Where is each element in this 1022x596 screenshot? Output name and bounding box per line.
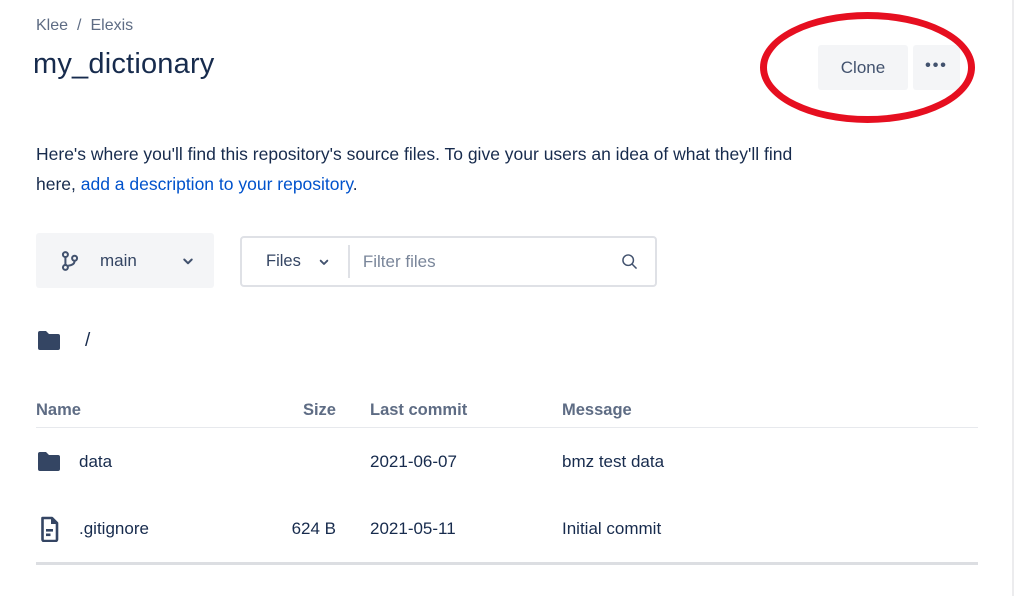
file-name-link[interactable]: data	[79, 452, 112, 472]
filter-files-input[interactable]	[350, 238, 613, 285]
breadcrumb-project-link[interactable]: Elexis	[90, 17, 133, 34]
breadcrumb-owner-link[interactable]: Klee	[36, 17, 68, 34]
root-path-link[interactable]: /	[85, 330, 90, 352]
file-filter-box: Files	[240, 236, 657, 287]
filter-scope-dropdown[interactable]: Files	[242, 238, 348, 285]
folder-icon	[36, 451, 62, 473]
filter-scope-value: Files	[266, 252, 301, 271]
file-table-header-row: Name Size Last commit Message	[36, 393, 978, 428]
description-line1: Here's where you'll find this repository…	[36, 144, 792, 164]
file-table: Name Size Last commit Message data 2021-…	[36, 393, 978, 565]
page-title: my_dictionary	[33, 48, 215, 81]
column-header-name: Name	[36, 401, 276, 420]
git-branch-icon	[57, 250, 83, 272]
last-commit-cell: 2021-06-07	[336, 452, 526, 472]
commit-message-cell: Initial commit	[526, 519, 978, 539]
add-description-link[interactable]: add a description to your repository	[81, 174, 353, 194]
folder-icon	[36, 330, 62, 352]
description-line2-prefix: here,	[36, 174, 81, 194]
more-options-button[interactable]: •••	[913, 45, 960, 90]
table-bottom-divider	[36, 562, 978, 565]
file-name-link[interactable]: .gitignore	[79, 519, 149, 539]
branch-selector-value: main	[100, 251, 137, 271]
chevron-down-icon	[179, 252, 197, 270]
clone-button[interactable]: Clone	[818, 45, 908, 90]
branch-selector[interactable]: main	[36, 233, 214, 288]
repository-source-page: Klee / Elexis my_dictionary Clone ••• Here…	[0, 0, 1022, 596]
column-header-size: Size	[276, 401, 336, 420]
column-header-message: Message	[526, 401, 978, 420]
commit-message-cell: bmz test data	[526, 452, 978, 472]
path-bar: /	[36, 330, 90, 352]
last-commit-cell: 2021-05-11	[336, 519, 526, 539]
description-period: .	[353, 174, 358, 194]
chevron-down-icon	[316, 254, 332, 270]
search-icon	[619, 251, 640, 272]
file-size-cell: 624 B	[276, 519, 336, 539]
table-row-data-folder[interactable]: data 2021-06-07 bmz test data	[36, 428, 978, 495]
breadcrumb-separator: /	[77, 17, 81, 34]
breadcrumb: Klee / Elexis	[36, 17, 133, 35]
column-header-last-commit: Last commit	[336, 401, 526, 420]
content-edge-divider	[1012, 0, 1014, 596]
repository-description: Here's where you'll find this repository…	[36, 139, 792, 199]
table-row-gitignore-file[interactable]: .gitignore 624 B 2021-05-11 Initial comm…	[36, 495, 978, 562]
file-icon	[36, 516, 62, 542]
